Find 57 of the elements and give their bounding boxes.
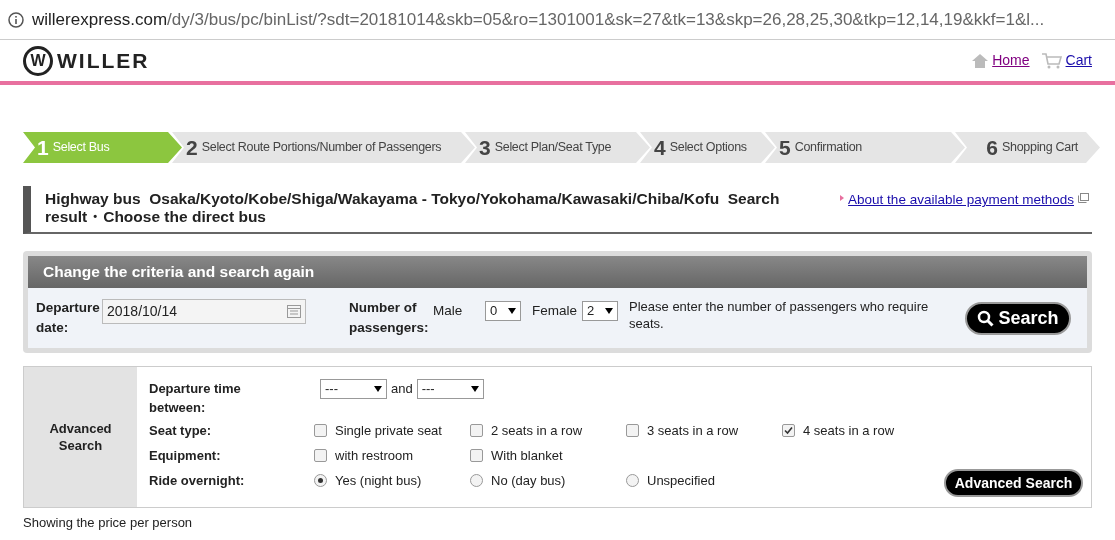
field-label: Seat type:	[149, 421, 213, 440]
field-label: Departure time between:	[149, 380, 242, 417]
radio-button[interactable]	[626, 474, 639, 487]
checkbox[interactable]	[470, 449, 483, 462]
date-field[interactable]: 2018/10/14	[102, 298, 306, 324]
female-select[interactable]: 2	[582, 301, 618, 321]
male-select[interactable]: 0	[485, 301, 521, 321]
field-label: Departure date:	[36, 299, 101, 337]
checkbox[interactable]	[314, 449, 327, 462]
panel-header: Change the criteria and search again	[28, 256, 1087, 288]
calendar-icon	[287, 304, 301, 318]
option-label: With blanket	[491, 446, 563, 465]
radio-button[interactable]	[470, 474, 483, 487]
house-icon	[972, 53, 989, 68]
price-note: Showing the price per person	[23, 514, 194, 532]
caret-icon	[374, 386, 382, 392]
option-label: with restroom	[335, 446, 414, 465]
cart-icon	[1041, 52, 1062, 69]
search-button[interactable]: Search	[965, 301, 1071, 335]
passenger-note: Please enter the number of passengers who require seats.	[629, 298, 930, 332]
header-link[interactable]: Cart	[1065, 50, 1092, 71]
caret-icon	[605, 308, 613, 314]
page-title: Highway bus Osaka/Kyoto/Kobe/Shiga/Wakayama - Tokyo/Yokohama/Kawasaki/Chiba/Kofu Search result・Choose the direct bus	[45, 190, 781, 226]
header-link[interactable]: Home	[992, 50, 1030, 71]
advanced-heading: Advanced Search	[24, 367, 137, 507]
willer-logo[interactable]: W WILLER	[23, 44, 150, 77]
caret-icon	[470, 386, 479, 392]
female-label: Female	[532, 301, 577, 320]
checkbox[interactable]	[782, 424, 795, 437]
checkbox[interactable]	[626, 424, 639, 437]
search-icon	[977, 309, 995, 327]
option-label: Yes (night bus)	[335, 471, 422, 490]
option-label: 4 seats in a row	[803, 421, 895, 440]
external-window-icon	[1078, 193, 1089, 203]
checkbox[interactable]	[470, 424, 483, 437]
radio-button[interactable]	[314, 474, 327, 487]
option-label: Unspecified	[647, 471, 715, 490]
checkbox[interactable]	[314, 424, 327, 437]
field-label: Ride overnight:	[149, 471, 246, 490]
option-label: No (day bus)	[491, 471, 566, 490]
male-label: Male	[433, 301, 464, 320]
field-label: Equipment:	[149, 446, 222, 465]
time-select[interactable]: ---	[320, 379, 387, 399]
and-label: and	[391, 380, 413, 399]
option-label: 2 seats in a row	[491, 421, 583, 440]
option-label: 3 seats in a row	[647, 421, 739, 440]
advanced-search-button[interactable]: Advanced Search	[944, 469, 1083, 497]
field-label: Number of passengers:	[349, 299, 430, 337]
time-select[interactable]: ---	[416, 379, 484, 399]
payment-link[interactable]: About the available payment methods	[848, 190, 1074, 211]
url-text: willerexpress.com/dy/3/bus/pc/binList/?sdt=20181014&skb=05&ro=1301001&sk=27&tk=13&skp=26,28,25,30&tkp=12,14,19&kkf=1&l...	[32, 8, 1045, 31]
bullet-icon	[840, 195, 845, 201]
option-label: Single private seat	[335, 421, 442, 440]
logo-text: WILLER	[57, 47, 150, 74]
logo-mark: W	[23, 45, 53, 76]
info-icon	[8, 11, 24, 28]
caret-icon	[508, 308, 516, 314]
